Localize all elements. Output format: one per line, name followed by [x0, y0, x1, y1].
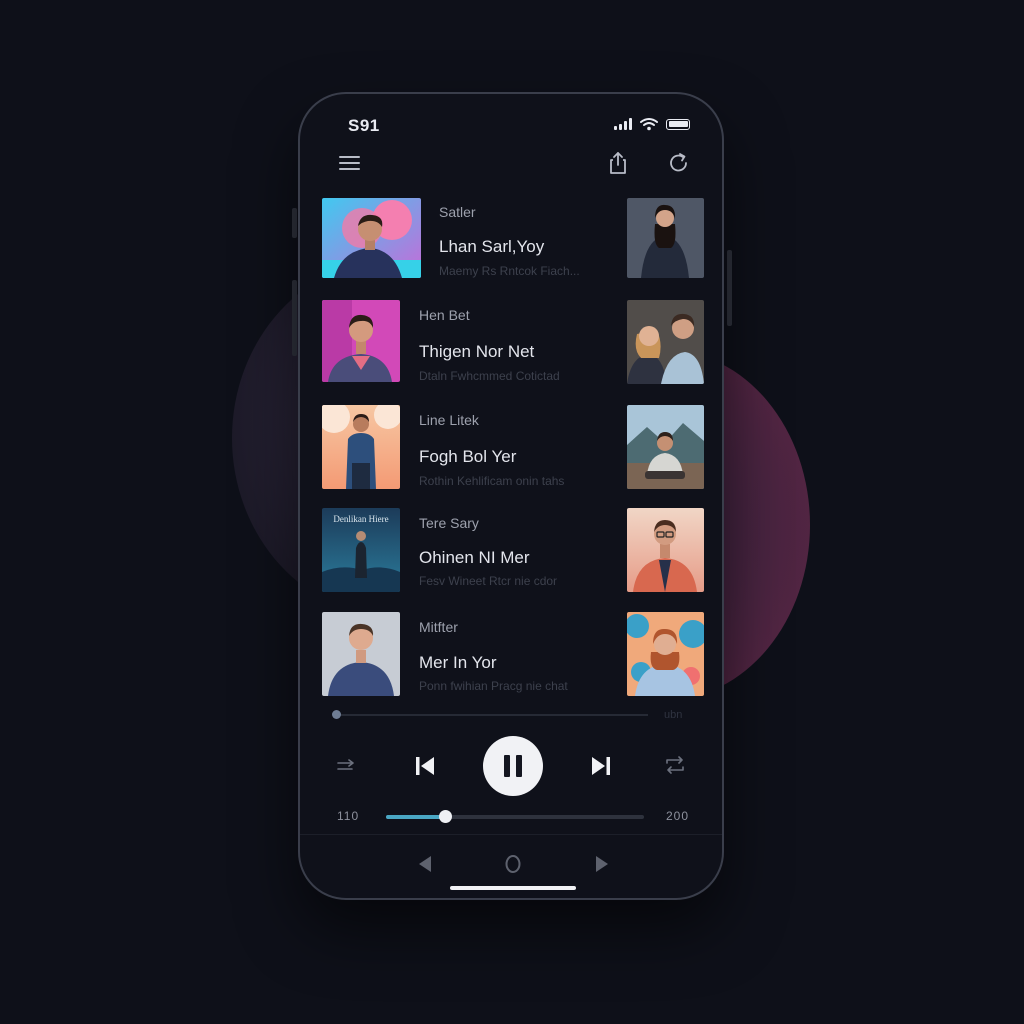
artist-image [627, 405, 704, 489]
system-nav-bar [300, 846, 722, 880]
mini-progress-time: ubn [664, 709, 683, 721]
track-subtitle: Rothin Kehlificam onin tahs [419, 474, 565, 488]
track-title: Hen Bet [419, 307, 470, 323]
status-icons [614, 117, 690, 131]
track-subtitle: Fesv Wineet Rtcr nie cdor [419, 574, 558, 588]
elapsed-time: 110 [337, 809, 360, 823]
track-name: Lhan Sarl,Yoy [439, 237, 545, 256]
album-art-text: Denlikan Hiere [333, 514, 388, 524]
pause-icon-bar [516, 755, 522, 777]
track-row[interactable]: Hen Bet Thigen Nor Net Dtaln Fwhcmmed Co… [322, 300, 704, 384]
album-art-image: Denlikan Hiere [322, 508, 400, 592]
home-icon[interactable] [504, 854, 522, 874]
album-cover [322, 300, 400, 382]
phone-frame: S91 Satler Lhan Sarl,Yoy Maemy Rs Rntcok… [298, 92, 724, 900]
track-name: Mer In Yor [419, 653, 497, 672]
shuffle-icon[interactable] [336, 756, 358, 776]
seek-knob[interactable] [438, 810, 452, 823]
mini-progress-bar[interactable] [332, 710, 648, 719]
track-row[interactable]: Satler Lhan Sarl,Yoy Maemy Rs Rntcok Fia… [322, 198, 704, 280]
menu-icon[interactable] [337, 150, 363, 176]
pause-icon [504, 755, 510, 777]
mini-progress-knob[interactable] [332, 710, 341, 719]
track-title: Satler [439, 204, 476, 220]
album-cover [322, 612, 400, 696]
pause-button[interactable] [483, 736, 543, 796]
track-subtitle: Dtaln Fwhcmmed Cotictad [419, 369, 560, 383]
track-subtitle: Maemy Rs Rntcok Fiach... [439, 264, 580, 278]
track-name: Ohinen NI Mer [419, 548, 530, 567]
seek-bar-fill [386, 815, 446, 819]
previous-icon[interactable] [413, 754, 437, 778]
artist-photo [627, 198, 704, 278]
artist-image [627, 300, 704, 384]
share-icon[interactable] [605, 150, 631, 176]
battery-icon [666, 118, 690, 130]
power-button [727, 250, 732, 326]
artist-photo [627, 405, 704, 489]
album-art-image [322, 300, 400, 382]
back-icon[interactable] [417, 855, 433, 873]
volume-button [292, 208, 297, 238]
track-title: Line Litek [419, 412, 479, 428]
total-duration: 200 [666, 809, 690, 823]
refresh-icon[interactable] [666, 150, 692, 176]
repeat-icon[interactable] [664, 754, 686, 776]
track-title: Mitfter [419, 619, 458, 635]
track-row[interactable]: Denlikan Hiere Tere Sary Ohinen NI Mer F… [322, 508, 704, 592]
wifi-icon [640, 118, 658, 131]
track-title: Tere Sary [419, 515, 479, 531]
track-name: Thigen Nor Net [419, 342, 535, 361]
album-cover: Denlikan Hiere [322, 508, 400, 592]
divider [300, 834, 722, 835]
artist-photo [627, 300, 704, 384]
album-art-image [322, 198, 421, 278]
artist-photo [627, 508, 704, 592]
status-time: S91 [348, 116, 380, 135]
signal-icon [614, 118, 632, 130]
artist-image [627, 508, 704, 592]
next-icon[interactable] [589, 754, 613, 778]
track-subtitle: Ponn fwihian Pracg nie chat [419, 679, 568, 693]
artist-image [627, 612, 704, 696]
forward-icon[interactable] [594, 855, 610, 873]
album-art-image [322, 612, 400, 696]
volume-down-button [292, 280, 297, 356]
album-cover [322, 198, 421, 278]
seek-bar[interactable] [386, 810, 644, 823]
artist-photo [627, 612, 704, 696]
playback-controls [300, 736, 722, 798]
home-indicator[interactable] [450, 886, 576, 890]
artist-image [627, 198, 704, 278]
album-cover [322, 405, 400, 489]
track-row[interactable]: Line Litek Fogh Bol Yer Rothin Kehlifica… [322, 405, 704, 489]
track-name: Fogh Bol Yer [419, 447, 517, 466]
album-art-image [322, 405, 400, 489]
track-row[interactable]: Mitfter Mer In Yor Ponn fwihian Pracg ni… [322, 612, 704, 696]
